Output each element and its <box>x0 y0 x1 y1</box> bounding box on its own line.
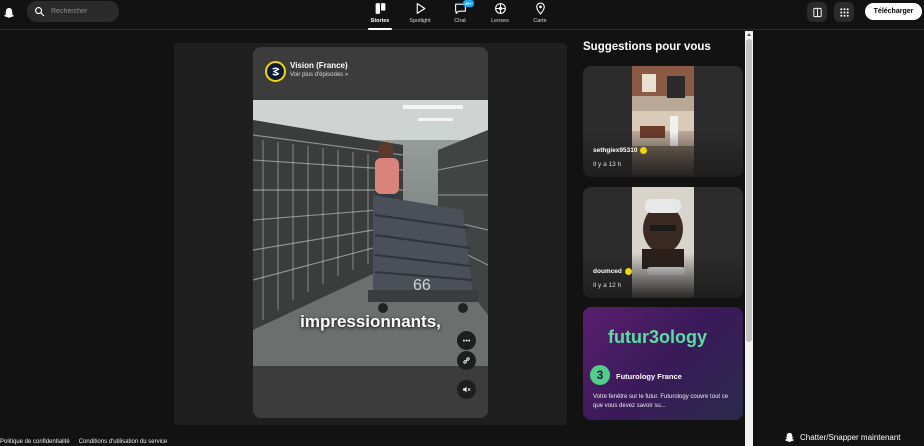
suggestion-card[interactable]: sethgiex95310 Il y a 13 h <box>583 66 743 177</box>
lenses-icon <box>494 3 506 14</box>
story-header: Vision (France) Voir plus d'épisodes » <box>253 47 488 100</box>
speaker-muted-icon <box>463 386 471 393</box>
publisher-avatar: 3 <box>590 365 610 385</box>
publisher-logo-mark-icon <box>272 67 280 76</box>
publisher-description: Votre fenêtre sur le futur. Futurology c… <box>593 394 729 409</box>
tab-label: Carte <box>533 18 547 24</box>
more-episodes-link[interactable]: Voir plus d'épisodes » <box>290 72 348 78</box>
tab-chat[interactable]: 99+ Chat <box>440 0 480 30</box>
grid-icon <box>839 7 849 17</box>
tab-label: Spotlight <box>409 18 431 24</box>
verified-badge-icon <box>640 147 648 154</box>
chat-now-label: Chatter/Snapper maintenant <box>800 432 901 442</box>
footer-links: Politique de confidentialité Conditions … <box>0 439 167 445</box>
suggestion-username[interactable]: doumced <box>593 268 632 275</box>
main-nav: Stories Spotlight 99+ Chat Lenses Carte <box>360 0 560 30</box>
privacy-policy-link[interactable]: Politique de confidentialité <box>0 439 70 445</box>
verified-badge-icon <box>624 268 632 275</box>
tab-map[interactable]: Carte <box>520 0 560 30</box>
card-gradient <box>583 132 743 177</box>
terms-of-service-link[interactable]: Conditions d'utilisation du service <box>79 439 168 445</box>
snapchat-ghost-icon[interactable] <box>3 6 15 20</box>
card-gradient <box>583 253 743 298</box>
tab-label: Lenses <box>491 18 509 24</box>
suggestion-time: Il y a 13 h <box>593 161 622 168</box>
download-button[interactable]: Télécharger <box>865 3 922 20</box>
story-viewer[interactable]: Vision (France) Voir plus d'épisodes » 6… <box>253 47 488 418</box>
snapchat-ghost-icon <box>784 432 795 442</box>
tab-label: Stories <box>370 18 390 24</box>
video-caption: impressionnants, <box>300 312 441 331</box>
search-input[interactable] <box>51 8 111 15</box>
sidebar-toggle-button[interactable] <box>807 2 827 22</box>
stories-icon <box>375 3 385 14</box>
suggestion-username[interactable]: sethgiex95310 <box>593 147 648 154</box>
suggestion-time: Il y a 12 h <box>593 282 622 289</box>
username-text: sethgiex95310 <box>593 147 638 154</box>
tab-spotlight[interactable]: Spotlight <box>400 0 440 30</box>
page-scrollbar[interactable] <box>745 31 753 446</box>
spotlight-icon <box>416 3 425 14</box>
top-bar: Stories Spotlight 99+ Chat Lenses Carte … <box>0 0 924 30</box>
more-dots-icon <box>462 339 471 342</box>
suggestions-title: Suggestions pour vous <box>583 41 711 53</box>
chat-badge: 99+ <box>463 0 474 7</box>
search-bar[interactable] <box>27 1 119 22</box>
link-icon <box>463 357 470 364</box>
publisher-name[interactable]: Vision (France) <box>290 61 348 70</box>
map-pin-icon <box>535 2 545 15</box>
chat-now-button[interactable]: Chatter/Snapper maintenant <box>775 428 924 446</box>
sidebar-icon <box>812 7 822 17</box>
username-text: doumced <box>593 268 622 275</box>
publisher-title-logo: futur3ology <box>608 327 707 347</box>
mute-button[interactable] <box>457 380 476 399</box>
tab-stories[interactable]: Stories <box>360 0 400 30</box>
tab-lenses[interactable]: Lenses <box>480 0 520 30</box>
search-icon <box>35 7 45 17</box>
copy-link-button[interactable] <box>457 351 476 370</box>
publisher-name[interactable]: Futurology France <box>616 372 682 381</box>
tab-label: Chat <box>454 18 466 24</box>
suggestion-card[interactable]: doumced Il y a 12 h <box>583 187 743 298</box>
scrollbar-thumb[interactable] <box>746 39 752 342</box>
story-footer <box>253 366 488 418</box>
publisher-logo[interactable] <box>265 61 286 82</box>
suggestion-card-publisher[interactable]: futur3ology 3 Futurology France Votre fe… <box>583 307 743 420</box>
scroll-up-arrow-icon[interactable] <box>747 33 751 36</box>
apps-grid-button[interactable] <box>834 2 854 22</box>
more-options-button[interactable] <box>457 331 476 350</box>
